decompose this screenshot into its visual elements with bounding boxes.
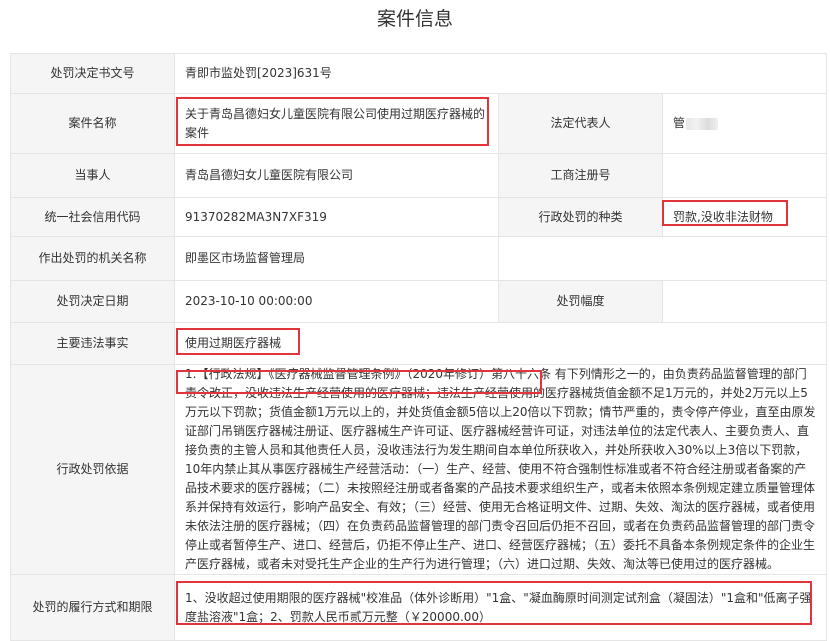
execution-label: 处罚的履行方式和期限 — [10, 574, 175, 641]
penalty-type-value: 罚款,没收非法财物 — [662, 197, 827, 237]
reg-no-value — [662, 153, 827, 198]
execution-value: 1、没收超过使用期限的医疗器械"校准品（体外诊断用）"1盒、"凝血酶原时间测定试… — [174, 574, 827, 641]
penalty-type-label: 行政处罚的种类 — [498, 197, 663, 237]
row-case-name: 案件名称 关于青岛昌德妇女儿童医院有限公司使用过期医疗器械的案件 法定代表人 管 — [10, 93, 827, 154]
credit-code-value: 91370282MA3N7XF319 — [174, 197, 499, 237]
reg-no-label: 工商注册号 — [498, 153, 663, 198]
main-facts-label: 主要违法事实 — [10, 322, 175, 365]
row-decision-no: 处罚决定书文号 青即市监处罚[2023]631号 — [10, 53, 827, 94]
row-party: 当事人 青岛昌德妇女儿童医院有限公司 工商注册号 — [10, 153, 827, 198]
penalty-range-value — [662, 280, 827, 323]
page-title: 案件信息 — [376, 8, 453, 30]
party-value: 青岛昌德妇女儿童医院有限公司 — [174, 153, 499, 198]
row-authority: 作出处罚的机关名称 即墨区市场监督管理局 — [10, 236, 827, 281]
case-name-label: 案件名称 — [10, 93, 175, 154]
row-main-facts: 主要违法事实 使用过期医疗器械 — [10, 322, 827, 365]
decision-no-label: 处罚决定书文号 — [10, 53, 175, 94]
redacted-name-mask — [686, 117, 719, 130]
basis-value: 1.【行政法规】《医疗器械监督管理条例》（2020年修订）第八十六条 有下列情形… — [174, 364, 827, 575]
party-label: 当事人 — [10, 153, 175, 198]
row-basis: 行政处罚依据 1.【行政法规】《医疗器械监督管理条例》（2020年修订）第八十六… — [10, 364, 827, 575]
legal-rep-label: 法定代表人 — [498, 93, 663, 154]
authority-empty — [498, 236, 827, 281]
basis-label: 行政处罚依据 — [10, 364, 175, 575]
penalty-range-label: 处罚幅度 — [498, 280, 663, 323]
decision-date-value: 2023-10-10 00:00:00 — [174, 280, 499, 323]
legal-rep-value: 管 — [673, 116, 686, 130]
decision-no-value: 青即市监处罚[2023]631号 — [174, 53, 827, 94]
row-decision-date: 处罚决定日期 2023-10-10 00:00:00 处罚幅度 — [10, 280, 827, 323]
case-name-value: 关于青岛昌德妇女儿童医院有限公司使用过期医疗器械的案件 — [174, 93, 499, 154]
legal-rep-cell: 管 — [662, 93, 827, 154]
row-execution: 处罚的履行方式和期限 1、没收超过使用期限的医疗器械"校准品（体外诊断用）"1盒… — [10, 574, 827, 641]
credit-code-label: 统一社会信用代码 — [10, 197, 175, 237]
decision-date-label: 处罚决定日期 — [10, 280, 175, 323]
main-facts-value: 使用过期医疗器械 — [174, 322, 827, 365]
row-credit-code: 统一社会信用代码 91370282MA3N7XF319 行政处罚的种类 罚款,没… — [10, 197, 827, 237]
authority-label: 作出处罚的机关名称 — [10, 236, 175, 281]
case-info-table: 处罚决定书文号 青即市监处罚[2023]631号 案件名称 关于青岛昌德妇女儿童… — [10, 53, 827, 641]
authority-value: 即墨区市场监督管理局 — [174, 236, 499, 281]
